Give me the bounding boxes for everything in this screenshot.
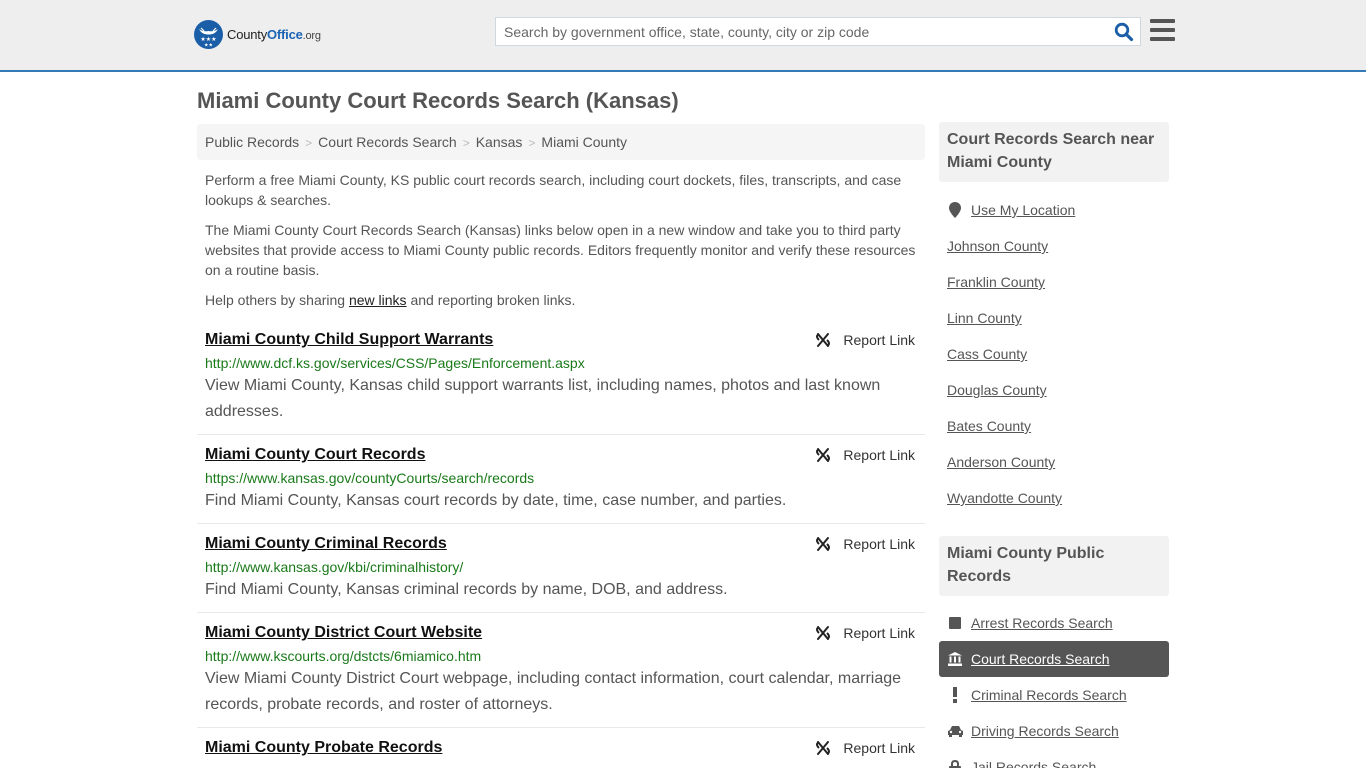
resource-link-item: Miami County Court Records Report Link h… [197,435,925,524]
report-link-button[interactable]: Report Link [815,332,915,348]
report-link-button[interactable]: Report Link [815,447,915,463]
nearby-county-item: Cass County [939,336,1169,372]
use-my-location-link[interactable]: Use My Location [971,202,1075,218]
intro-text: Perform a free Miami County, KS public c… [205,170,920,320]
nearby-county-link[interactable]: Franklin County [947,274,1045,290]
nearby-county-item: Linn County [939,300,1169,336]
resource-link-title[interactable]: Miami County Criminal Records [205,534,447,554]
nearby-county-link[interactable]: Johnson County [947,238,1048,254]
intro-paragraph-2: The Miami County Court Records Search (K… [205,222,916,278]
logo-wordmark: CountyOffice.org [227,27,321,42]
breadcrumb-kansas[interactable]: Kansas [476,134,523,150]
broken-link-icon [816,448,831,462]
nearby-county-link[interactable]: Linn County [947,310,1022,326]
square-icon [947,615,963,631]
car-icon [947,723,963,739]
public-records-item-driving: Driving Records Search [939,713,1169,749]
resource-link-description: Find Miami County, Kansas court records … [205,492,787,509]
broken-link-icon [816,537,831,551]
report-link-button[interactable]: Report Link [815,740,915,756]
nearby-county-link[interactable]: Douglas County [947,382,1047,398]
resource-link-title[interactable]: Miami County District Court Website [205,623,482,643]
nearby-county-item: Johnson County [939,228,1169,264]
jail-records-link[interactable]: Jail Records Search [971,759,1096,768]
nearby-county-item: Wyandotte County [939,480,1169,516]
search-button[interactable] [1114,22,1134,42]
resource-link-title[interactable]: Miami County Child Support Warrants [205,330,493,350]
nearby-county-item: Anderson County [939,444,1169,480]
nearby-county-item: Douglas County [939,372,1169,408]
resource-links-list: Miami County Child Support Warrants Repo… [197,326,925,767]
nearby-county-link[interactable]: Wyandotte County [947,490,1062,506]
resource-link-description: Find Miami County, Kansas criminal recor… [205,581,728,598]
public-records-item-court: Court Records Search [939,641,1169,677]
resource-link-item: Miami County Probate Records Report Link [197,728,925,767]
intro-paragraph-1: Perform a free Miami County, KS public c… [205,172,902,208]
public-records-list: Arrest Records Search Court Records Sear… [939,605,1169,768]
site-header: ★★★ ★★ CountyOffice.org [0,0,1366,72]
nearby-county-item: Franklin County [939,264,1169,300]
lock-icon [947,759,963,768]
menu-bar [1150,37,1175,41]
broken-link-icon [816,741,831,755]
hamburger-menu-button[interactable] [1150,19,1175,41]
breadcrumb-public-records[interactable]: Public Records [205,134,299,150]
breadcrumb-separator: > [462,136,470,150]
breadcrumb-miami-county[interactable]: Miami County [541,134,627,150]
broken-link-icon [816,626,831,640]
resource-link-description: View Miami County, Kansas child support … [205,377,881,420]
nearby-county-item: Bates County [939,408,1169,444]
resource-link-item: Miami County Child Support Warrants Repo… [197,326,925,435]
svg-text:★★: ★★ [204,43,213,49]
driving-records-link[interactable]: Driving Records Search [971,723,1119,739]
broken-link-icon [816,333,831,347]
breadcrumb-separator: > [305,136,313,150]
menu-bar [1150,28,1175,32]
use-my-location-item: Use My Location [939,192,1169,228]
nearby-county-link[interactable]: Bates County [947,418,1031,434]
court-records-link[interactable]: Court Records Search [971,651,1110,667]
resource-link-url[interactable]: https://www.kansas.gov/countyCourts/sear… [205,468,917,488]
report-link-button[interactable]: Report Link [815,536,915,552]
new-links-link[interactable]: new links [349,292,407,308]
report-link-button[interactable]: Report Link [815,625,915,641]
search-input[interactable] [496,18,1106,45]
courthouse-icon [947,651,963,667]
resource-link-description: View Miami County District Court webpage… [205,670,902,713]
intro-paragraph-3: Help others by sharing new links and rep… [205,292,576,308]
public-records-item-arrest: Arrest Records Search [939,605,1169,641]
site-search [495,17,1141,46]
public-records-item-jail: Jail Records Search [939,749,1169,768]
resource-link-title[interactable]: Miami County Probate Records [205,738,442,758]
search-icon [1114,22,1134,42]
public-records-item-criminal: Criminal Records Search [939,677,1169,713]
resource-link-url[interactable]: http://www.kansas.gov/kbi/criminalhistor… [205,557,917,577]
resource-link-url[interactable]: http://www.dcf.ks.gov/services/CSS/Pages… [205,353,917,373]
public-records-heading: Miami County Public Records [939,536,1169,596]
resource-link-title[interactable]: Miami County Court Records [205,445,425,465]
site-logo[interactable]: ★★★ ★★ CountyOffice.org [194,20,321,49]
resource-link-item: Miami County District Court Website Repo… [197,613,925,728]
resource-link-url[interactable]: http://www.kscourts.org/dstcts/6miamico.… [205,646,917,666]
breadcrumb-separator: > [528,136,536,150]
page-title: Miami County Court Records Search (Kansa… [197,88,679,113]
menu-bar [1150,19,1175,23]
eagle-logo-icon: ★★★ ★★ [194,20,223,49]
nearby-county-link[interactable]: Anderson County [947,454,1055,470]
nearby-county-link[interactable]: Cass County [947,346,1027,362]
resource-link-item: Miami County Criminal Records Report Lin… [197,524,925,613]
nearby-heading: Court Records Search near Miami County [939,122,1169,182]
map-marker-icon [947,202,963,218]
breadcrumb: Public Records > Court Records Search > Kans… [197,124,925,160]
nearby-county-list: Use My Location Johnson County Franklin … [939,192,1169,516]
arrest-records-link[interactable]: Arrest Records Search [971,615,1113,631]
criminal-records-link[interactable]: Criminal Records Search [971,687,1127,703]
exclamation-icon [947,687,963,703]
breadcrumb-court-records-search[interactable]: Court Records Search [318,134,457,150]
